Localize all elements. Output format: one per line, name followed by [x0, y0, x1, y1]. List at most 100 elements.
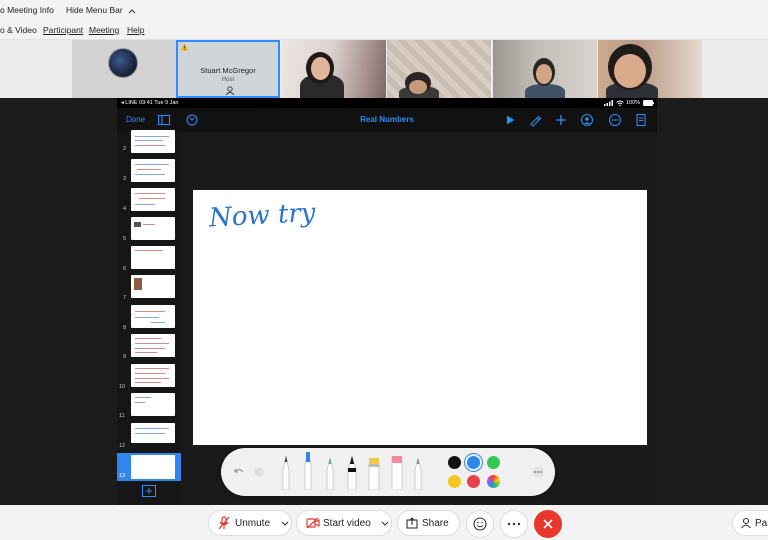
- slide-thumbnail[interactable]: [131, 217, 175, 240]
- color-black[interactable]: [448, 456, 461, 469]
- slide-thumbnail[interactable]: [131, 275, 175, 298]
- hide-menu-bar-button[interactable]: Hide Menu Bar: [66, 5, 136, 15]
- unmute-button[interactable]: Unmute: [208, 510, 292, 536]
- battery-percent: 100%: [626, 100, 641, 106]
- close-icon: [543, 519, 553, 529]
- participants-button[interactable]: Par: [732, 510, 768, 536]
- color-red[interactable]: [467, 475, 480, 488]
- menu-audio-video[interactable]: o & Video: [0, 25, 37, 35]
- menu-meeting[interactable]: Meeting: [89, 25, 119, 35]
- more-options-button[interactable]: [500, 510, 528, 538]
- color-yellow[interactable]: [448, 475, 461, 488]
- participant-face: [409, 80, 427, 94]
- collaborate-icon[interactable]: [580, 113, 594, 127]
- participant-tile-video[interactable]: [387, 40, 491, 98]
- participant-face: [311, 57, 330, 80]
- share-button[interactable]: Share: [397, 510, 460, 536]
- share-icon: [406, 517, 418, 529]
- slide-number: 9: [123, 354, 127, 360]
- slide-number: 10: [119, 384, 126, 390]
- battery-icon: [643, 100, 654, 106]
- slide-number: 12: [119, 443, 126, 449]
- document-icon[interactable]: [634, 113, 648, 127]
- handwriting: Now try: [207, 198, 316, 234]
- slide-number: 5: [123, 236, 127, 242]
- slide-navigator: 2 3 4 5 6 7 8 9 10 11 12 13: [117, 130, 181, 505]
- keynote-toolbar: Done Real Numbers: [117, 108, 657, 132]
- chevron-down-icon[interactable]: [381, 521, 389, 527]
- meeting-info-menu[interactable]: o Meeting Info: [0, 5, 54, 15]
- highlighter-tool-icon[interactable]: [325, 458, 335, 490]
- top-menu-bar: o Meeting Info Hide Menu Bar: [0, 0, 768, 20]
- slide-canvas[interactable]: Now try: [193, 190, 647, 445]
- slide-thumbnail[interactable]: [131, 159, 175, 182]
- marker-tool-icon[interactable]: [303, 452, 313, 490]
- emoji-icon: [473, 517, 487, 531]
- participant-face: [614, 54, 646, 88]
- color-blue-selected[interactable]: [467, 456, 480, 469]
- microphone-muted-icon: [218, 516, 230, 530]
- menu-participant[interactable]: Participant: [43, 25, 83, 35]
- presentation-title: Real Numbers: [360, 115, 414, 124]
- participant-face: [536, 64, 552, 84]
- slide-canvas-area: Now try: [181, 132, 657, 505]
- participant-tile-video[interactable]: [493, 40, 597, 98]
- app-menu-bar: o & Video Participant Meeting Help: [0, 20, 768, 40]
- color-picker[interactable]: [487, 475, 500, 488]
- slide-number: 4: [123, 206, 127, 212]
- slide-thumbnail[interactable]: [131, 364, 175, 387]
- slide-thumbnail[interactable]: [131, 393, 175, 416]
- slide-number: 11: [119, 413, 125, 419]
- slide-thumbnail-selected[interactable]: 13: [117, 453, 181, 481]
- end-meeting-button[interactable]: [534, 510, 562, 538]
- more-icon: [507, 522, 521, 526]
- warning-icon: [180, 43, 189, 51]
- participant-tile-host[interactable]: Stuart McGregor Host: [176, 40, 280, 98]
- shared-screen[interactable]: ◂ LINE 09:41 Tue 9 Jan 100% Done Real Nu…: [117, 98, 657, 505]
- drawing-tools-palette: [221, 448, 555, 496]
- participant-body: [525, 84, 565, 98]
- slide-thumbnail[interactable]: [131, 188, 175, 211]
- participant-tile-video[interactable]: [598, 40, 702, 98]
- start-video-label: Start video: [323, 518, 371, 529]
- eraser-tool-icon[interactable]: [368, 458, 380, 490]
- add-slide-icon[interactable]: [142, 485, 156, 497]
- signal-icon: [604, 100, 613, 106]
- menu-help[interactable]: Help: [127, 25, 144, 35]
- wifi-icon: [616, 100, 624, 106]
- status-left: ◂ LINE 09:41 Tue 9 Jan: [121, 100, 179, 106]
- redo-icon[interactable]: [253, 466, 265, 478]
- slide-thumbnail-preview: [131, 455, 175, 479]
- slide-thumbnail[interactable]: [131, 423, 175, 443]
- participant-tile-video[interactable]: [282, 40, 386, 98]
- slide-thumbnail[interactable]: [131, 305, 175, 328]
- slide-thumbnail[interactable]: [131, 130, 175, 153]
- markup-icon[interactable]: [528, 113, 542, 127]
- slide-number: 6: [123, 266, 127, 272]
- play-icon[interactable]: [503, 113, 517, 127]
- participants-label: Par: [755, 518, 768, 529]
- undo-icon[interactable]: [233, 466, 245, 478]
- color-green[interactable]: [487, 456, 500, 469]
- slide-thumbnail[interactable]: [131, 246, 175, 269]
- video-off-icon: [306, 517, 320, 529]
- slide-thumbnail[interactable]: [131, 334, 175, 357]
- connecting-icon: [225, 86, 235, 96]
- pencil-tool-icon[interactable]: [391, 456, 403, 490]
- add-icon[interactable]: [554, 113, 568, 127]
- participant-tile-self[interactable]: [72, 40, 176, 98]
- ruler-pencil-icon[interactable]: [413, 458, 423, 490]
- chevron-up-icon: [128, 9, 136, 14]
- fountain-pen-icon[interactable]: [346, 456, 358, 490]
- start-video-button[interactable]: Start video: [296, 510, 392, 536]
- more-icon[interactable]: [608, 113, 622, 127]
- handwriting-text: Now try: [207, 198, 316, 234]
- slide-number: 7: [123, 295, 127, 301]
- ipad-status-bar: ◂ LINE 09:41 Tue 9 Jan 100%: [117, 98, 657, 108]
- chevron-down-icon[interactable]: [281, 521, 289, 527]
- reactions-button[interactable]: [466, 510, 494, 538]
- unmute-label: Unmute: [235, 518, 271, 529]
- pen-tool-icon[interactable]: [281, 456, 291, 490]
- more-icon[interactable]: [531, 465, 545, 479]
- slide-number: 2: [123, 146, 127, 152]
